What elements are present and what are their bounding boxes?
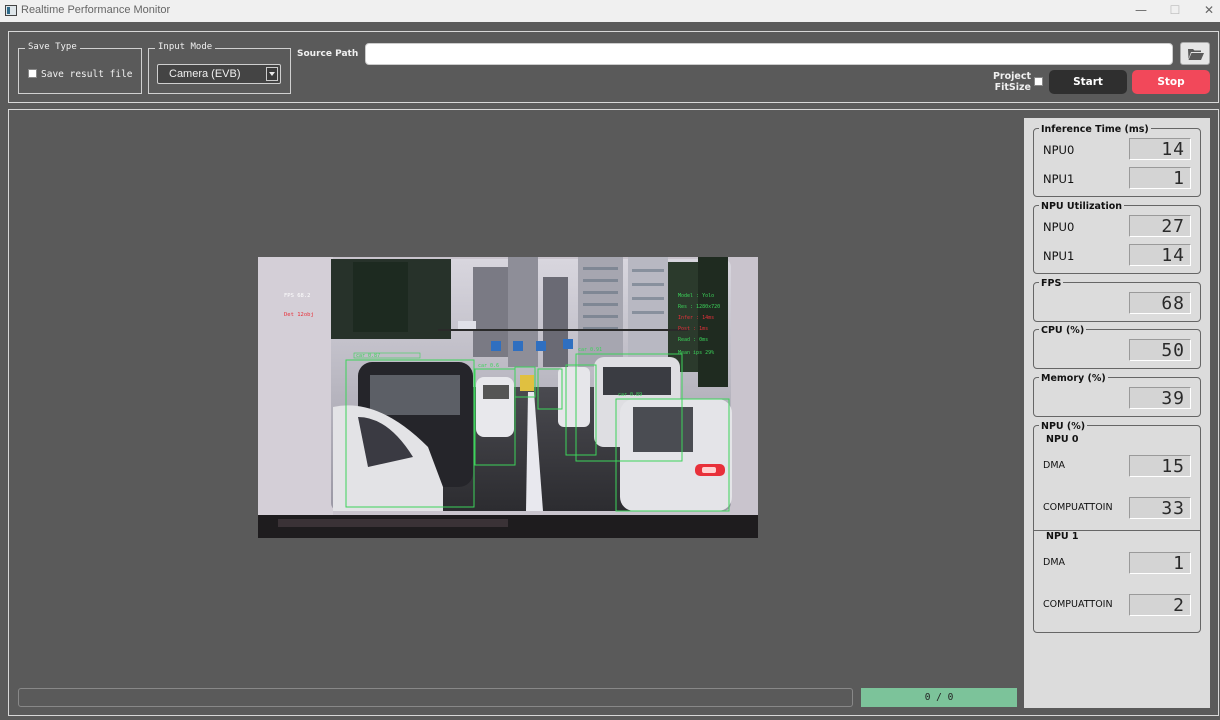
inference-npu0-label: NPU0	[1043, 143, 1075, 157]
npu-percent-title: NPU (%)	[1039, 421, 1088, 432]
input-mode-value: Camera (EVB)	[169, 68, 241, 80]
title-bar: Realtime Performance Monitor — ☐ ✕	[0, 0, 1220, 22]
inference-npu1-label: NPU1	[1043, 172, 1075, 186]
utilization-npu1-value: 14	[1129, 244, 1191, 266]
app-icon	[5, 5, 17, 16]
minimize-button[interactable]: —	[1124, 0, 1158, 22]
stats-panel: Inference Time (ms) NPU0 14 NPU1 1 NPU U…	[1024, 118, 1210, 708]
npu1-dma-label: DMA	[1043, 557, 1066, 568]
save-result-option[interactable]: Save result file	[28, 69, 133, 80]
save-result-checkbox[interactable]	[28, 69, 37, 78]
svg-text:FPS 68.2: FPS 68.2	[284, 293, 311, 299]
memory-group: Memory (%) 39	[1033, 373, 1201, 417]
npu-utilization-group: NPU Utilization NPU0 27 NPU1 14	[1033, 201, 1201, 274]
npu1-dma-value: 1	[1129, 552, 1191, 574]
project-fitsize-line1: Project	[992, 71, 1031, 82]
svg-text:car 0.91: car 0.91	[578, 347, 602, 353]
svg-text:Infer : 14ms: Infer : 14ms	[678, 315, 714, 321]
window-title: Realtime Performance Monitor	[21, 4, 171, 16]
utilization-npu0-label: NPU0	[1043, 220, 1075, 234]
npu1-computation-value: 2	[1129, 594, 1191, 616]
fps-value: 68	[1129, 292, 1191, 314]
input-mode-legend: Input Mode	[155, 42, 216, 52]
traffic-camera-frame: car 0.87 car 0.91 car 0.89 car 0.6 Model…	[258, 257, 758, 538]
svg-text:car 0.89: car 0.89	[618, 392, 642, 398]
svg-text:Mean ips 29%: Mean ips 29%	[678, 350, 714, 356]
npu0-dma-label: DMA	[1043, 460, 1066, 471]
input-mode-select[interactable]: Camera (EVB)	[157, 64, 281, 84]
stop-button[interactable]: Stop	[1132, 70, 1210, 94]
svg-text:Det 12obj: Det 12obj	[284, 312, 314, 318]
inference-time-group: Inference Time (ms) NPU0 14 NPU1 1	[1033, 124, 1201, 197]
npu0-dma-value: 15	[1129, 455, 1191, 477]
source-path-input[interactable]	[365, 43, 1173, 65]
main-display-area: car 0.87 car 0.91 car 0.89 car 0.6 Model…	[8, 109, 1219, 716]
cpu-value: 50	[1129, 339, 1191, 361]
npu0-computation-value: 33	[1129, 497, 1191, 519]
svg-text:Post : 1ms: Post : 1ms	[678, 326, 708, 332]
playback-progress-bar	[18, 688, 853, 707]
svg-text:car 0.87: car 0.87	[356, 353, 380, 359]
npu0-subtitle: NPU 0	[1046, 434, 1079, 445]
project-fitsize-label: Project FitSize	[987, 71, 1031, 93]
fps-group: FPS 68	[1033, 278, 1201, 322]
npu0-computation-label: COMPUATTOIN	[1043, 502, 1113, 513]
input-mode-group: Input Mode Camera (EVB)	[148, 42, 291, 94]
save-type-legend: Save Type	[25, 42, 80, 52]
npu1-subtitle: NPU 1	[1046, 531, 1079, 542]
utilization-npu1-label: NPU1	[1043, 249, 1075, 263]
inference-npu1-value: 1	[1129, 167, 1191, 189]
start-button[interactable]: Start	[1049, 70, 1127, 94]
source-path-label: Source Path	[297, 49, 359, 59]
cpu-group: CPU (%) 50	[1033, 325, 1201, 369]
utilization-npu0-value: 27	[1129, 215, 1191, 237]
save-type-group: Save Type Save result file	[18, 42, 142, 94]
project-fitsize-checkbox[interactable]	[1034, 77, 1043, 86]
svg-text:car 0.6: car 0.6	[478, 363, 499, 369]
npu-utilization-title: NPU Utilization	[1039, 201, 1124, 212]
svg-text:Res : 1280x720: Res : 1280x720	[678, 304, 720, 310]
memory-title: Memory (%)	[1039, 373, 1108, 384]
save-result-label: Save result file	[41, 69, 133, 80]
fps-title: FPS	[1039, 278, 1064, 289]
inference-npu0-value: 14	[1129, 138, 1191, 160]
cpu-title: CPU (%)	[1039, 325, 1087, 336]
npu-percent-group: NPU (%) NPU 0 DMA 15 COMPUATTOIN 33 NPU …	[1033, 421, 1201, 633]
browse-folder-button[interactable]	[1180, 42, 1210, 65]
maximize-button[interactable]: ☐	[1158, 0, 1192, 22]
svg-text:Model : Yolo: Model : Yolo	[678, 293, 714, 299]
npu1-computation-label: COMPUATTOIN	[1043, 599, 1113, 610]
inference-time-title: Inference Time (ms)	[1039, 124, 1151, 135]
project-fitsize-line2: FitSize	[994, 82, 1031, 93]
frame-counter: 0 / 0	[861, 688, 1017, 707]
control-panel: Save Type Save result file Input Mode Ca…	[8, 31, 1219, 103]
close-button[interactable]: ✕	[1192, 0, 1220, 22]
svg-text:Read : 0ms: Read : 0ms	[678, 337, 708, 343]
memory-value: 39	[1129, 387, 1191, 409]
video-preview: car 0.87 car 0.91 car 0.89 car 0.6 Model…	[258, 257, 758, 538]
chevron-down-icon[interactable]	[266, 67, 278, 81]
folder-open-icon	[1188, 49, 1204, 60]
